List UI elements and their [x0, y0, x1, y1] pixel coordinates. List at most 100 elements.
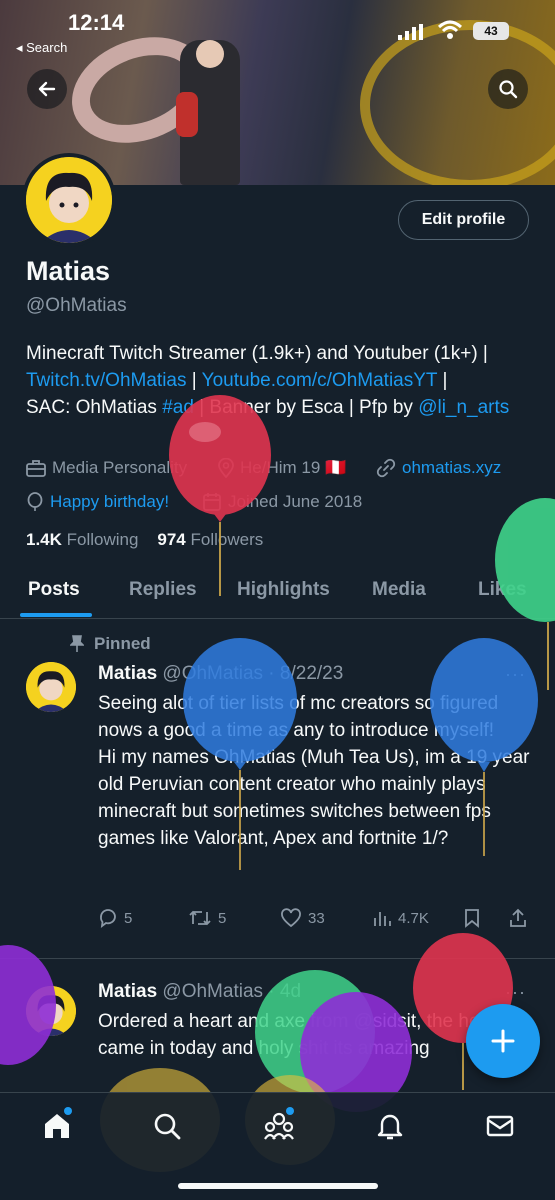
nav-messages[interactable] [483, 1109, 517, 1143]
profile-bio: Minecraft Twitch Streamer (1.9k+) and Yo… [26, 340, 541, 421]
profile-handle: @OhMatias [26, 295, 127, 316]
followers-label: Followers [190, 530, 264, 549]
profile-category: Media Personality [26, 458, 187, 478]
analytics-icon [374, 912, 391, 926]
post-header: Matias @OhMatias · 8/22/23 [98, 663, 343, 685]
post-author-name[interactable]: Matias [98, 981, 157, 1002]
location-pin-icon [218, 458, 234, 478]
nav-home[interactable] [40, 1107, 74, 1143]
notification-dot [286, 1107, 294, 1115]
briefcase-icon [26, 460, 46, 477]
edit-profile-button[interactable]: Edit profile [398, 200, 529, 240]
avatar-illustration [26, 986, 76, 1036]
bookmark-icon [465, 909, 479, 928]
mail-icon [486, 1115, 514, 1137]
avatar-illustration [26, 662, 76, 712]
bio-text: | Banner by Esca | Pfp by [193, 397, 419, 418]
following-count: 1.4K [26, 530, 62, 549]
arrow-left-icon [38, 81, 56, 97]
bio-link-youtube[interactable]: Youtube.com/c/OhMatiasYT [202, 370, 438, 391]
post-divider [0, 958, 555, 959]
search-icon [499, 80, 518, 99]
nav-notifications[interactable] [373, 1109, 407, 1143]
following-label: Following [66, 530, 139, 549]
bio-text: SAC: OhMatias [26, 397, 163, 418]
tab-likes[interactable]: Likes [478, 579, 527, 601]
profile-location: He/Him 19 🇵🇪 [218, 458, 346, 478]
profile-website[interactable]: ohmatias.xyz [376, 458, 501, 478]
nav-search[interactable] [150, 1109, 184, 1143]
following-link[interactable]: 1.4K Following [26, 530, 138, 549]
communities-icon [264, 1112, 294, 1140]
joined-label: Joined June 2018 [228, 492, 363, 511]
post-more-button[interactable]: ··· [505, 982, 526, 1003]
like-count: 33 [308, 909, 325, 927]
active-tab-indicator [20, 613, 92, 617]
post-author-avatar[interactable] [26, 662, 76, 712]
tab-replies[interactable]: Replies [129, 579, 197, 601]
plus-icon [491, 1029, 515, 1053]
reply-icon [100, 909, 116, 928]
post-header: Matias @OhMatias · 4d [98, 981, 301, 1003]
bio-text: Minecraft Twitch Streamer (1.9k+) and Yo… [26, 343, 488, 364]
bio-hashtag-link[interactable]: #ad [162, 397, 194, 418]
category-label: Media Personality [52, 458, 188, 477]
profile-joined: Joined June 2018 [202, 492, 362, 512]
share-button[interactable] [508, 908, 528, 928]
bio-separator: | [437, 370, 448, 391]
like-button[interactable]: 33 [280, 908, 325, 928]
post-text: Seeing alot of tier lists of mc creators… [98, 693, 530, 849]
followers-link[interactable]: 974 Followers [157, 530, 263, 549]
status-bar: 12:14 ◂ Search 43 [0, 0, 555, 60]
home-indicator [178, 1183, 378, 1189]
website-link[interactable]: ohmatias.xyz [402, 458, 501, 478]
pin-icon [70, 635, 84, 652]
location-label: He/Him 19 🇵🇪 [240, 458, 347, 477]
bio-separator: | [186, 370, 202, 391]
balloon-icon [27, 492, 43, 511]
reply-count: 5 [124, 909, 133, 927]
repost-icon [189, 910, 211, 926]
views-button[interactable]: 4.7K [372, 908, 429, 928]
tab-highlights[interactable]: Highlights [237, 579, 330, 601]
post-meta: @OhMatias · 4d [162, 981, 302, 1002]
post-actions: 5 5 33 4.7K [98, 908, 538, 936]
link-icon [376, 458, 396, 478]
bio-link-twitch[interactable]: Twitch.tv/OhMatias [26, 370, 187, 391]
bio-mention-link[interactable]: @li_n_arts [418, 397, 509, 418]
notification-dot [64, 1107, 72, 1115]
back-button[interactable] [27, 69, 67, 109]
repost-button[interactable]: 5 [188, 908, 226, 928]
profile-avatar[interactable] [22, 153, 116, 247]
cellular-signal-icon [398, 24, 423, 40]
status-time: 12:14 [68, 10, 125, 35]
calendar-icon [203, 493, 221, 511]
post-meta: @OhMatias · 8/22/23 [162, 663, 344, 684]
followers-count: 974 [157, 530, 186, 549]
compose-post-button[interactable] [466, 1004, 540, 1078]
heart-icon [281, 908, 301, 928]
tab-posts[interactable]: Posts [28, 579, 80, 601]
post-author-avatar[interactable] [26, 986, 76, 1036]
tab-media[interactable]: Media [372, 579, 426, 601]
views-count: 4.7K [398, 909, 429, 927]
profile-tabs: Posts Replies Highlights Media Likes [0, 565, 555, 619]
pinned-indicator: Pinned [70, 634, 151, 654]
search-icon [154, 1113, 181, 1140]
search-button[interactable] [488, 69, 528, 109]
bookmark-button[interactable] [464, 908, 480, 928]
profile-name: Matias [26, 256, 111, 286]
follow-stats: 1.4K Following 974 Followers [26, 530, 263, 550]
battery-indicator: 43 [473, 22, 509, 40]
nav-communities[interactable] [262, 1107, 296, 1143]
avatar-illustration [26, 157, 112, 243]
back-to-search-link[interactable]: ◂ Search [16, 40, 67, 56]
pinned-label: Pinned [94, 634, 151, 653]
post-author-name[interactable]: Matias [98, 663, 157, 684]
wifi-icon [437, 20, 463, 39]
profile-birthday: Happy birthday! [26, 492, 169, 512]
birthday-label[interactable]: Happy birthday! [50, 492, 169, 512]
post-more-button[interactable]: ··· [505, 664, 526, 685]
reply-button[interactable]: 5 [98, 908, 132, 928]
bell-icon [377, 1114, 403, 1140]
